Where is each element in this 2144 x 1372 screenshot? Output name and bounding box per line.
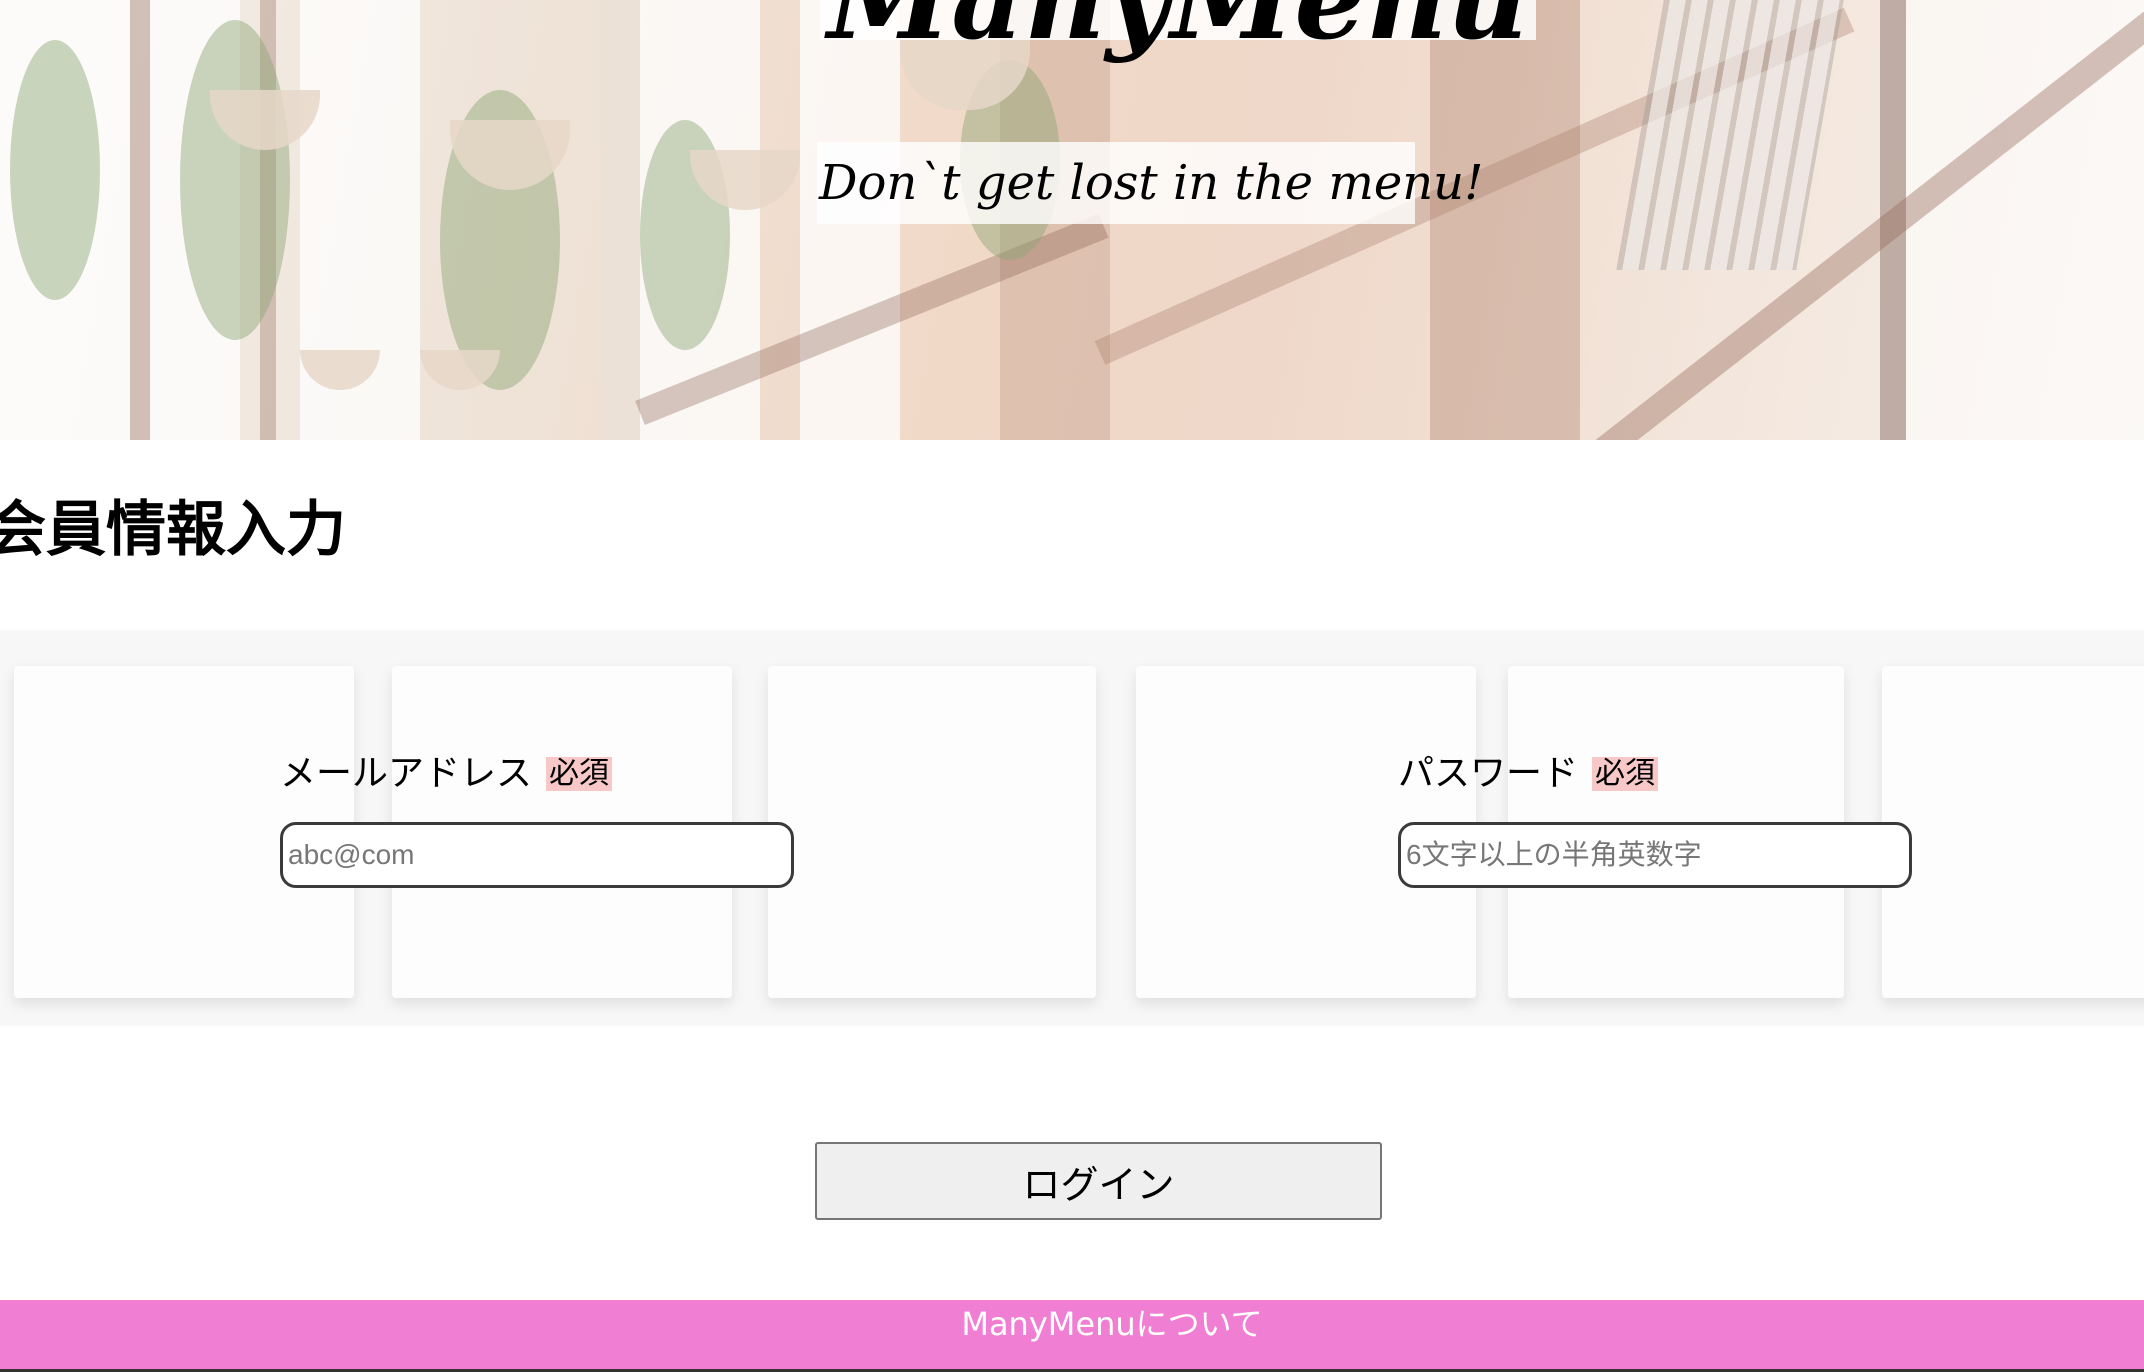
password-label-text: パスワード [1398,753,1579,794]
password-required-badge: 必須 [1592,757,1659,791]
login-button[interactable]: ログイン [815,1142,1382,1220]
about-link[interactable]: ManyMenuについて [0,1300,2144,1348]
email-required-badge: 必須 [546,757,613,791]
email-label-text: メールアドレス [280,753,533,794]
site-title: ManyMenu [820,0,1536,60]
hero-banner: ManyMenu Don`t get lost in the menu! [0,0,2144,440]
page: ManyMenu Don`t get lost in the menu! 会員情… [0,0,2144,1372]
password-field-label: パスワード 必須 [1398,752,1659,796]
footer: ManyMenuについて [0,1300,2144,1372]
page-title: 会員情報入力 [0,495,346,565]
login-form-panel: メールアドレス必須 パスワード必須 [0,630,2144,1026]
email-field-label: メールアドレス 必須 [280,752,613,796]
site-tagline: Don`t get lost in the menu! [819,155,1484,211]
email-input[interactable] [280,822,794,888]
password-input[interactable] [1398,822,1912,888]
